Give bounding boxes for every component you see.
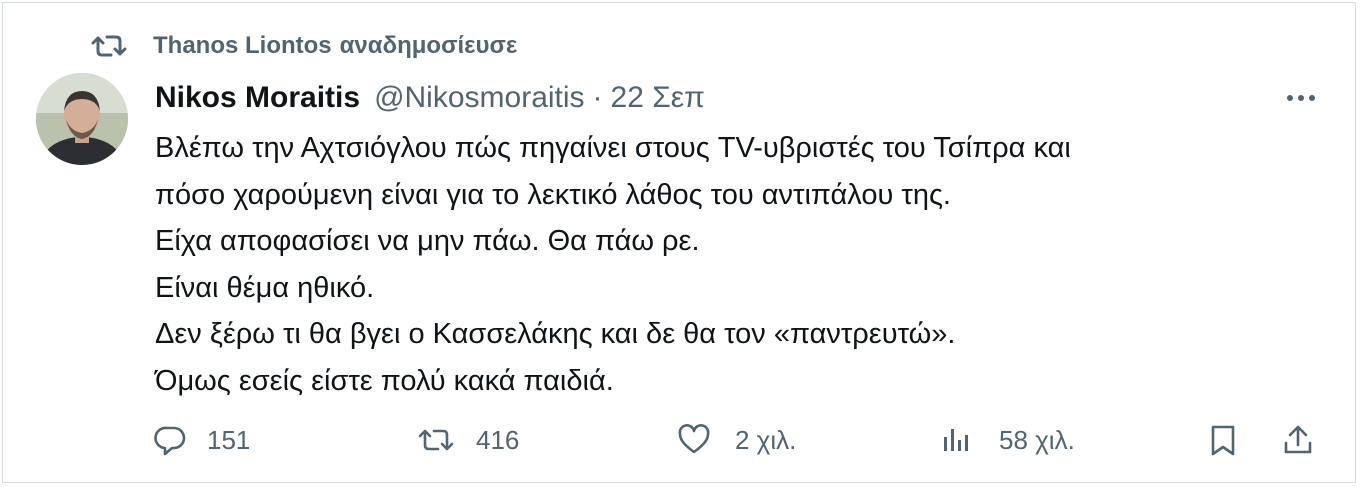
like-count: 2 χιλ.	[735, 424, 797, 455]
like-button[interactable]: 2 χιλ.	[677, 418, 796, 462]
repost-context: Thanos Liontos αναδημοσίευσε	[89, 29, 517, 63]
more-options-button[interactable]	[1281, 83, 1321, 113]
avatar-photo	[36, 73, 128, 165]
more-icon	[1287, 95, 1315, 101]
repost-button[interactable]: 416	[416, 418, 519, 462]
repost-icon	[418, 429, 454, 451]
tweet-line: Όμως εσείς είστε πολύ κακά παιδιά.	[155, 364, 614, 397]
tweet-date[interactable]: 22 Σεπ	[611, 81, 705, 115]
tweet-line: πόσο χαρούμενη είναι για το λεκτικό λάθο…	[155, 178, 951, 211]
avatar[interactable]	[36, 73, 128, 165]
separator-dot: ·	[592, 81, 603, 114]
action-bar: 151 416 2 χιλ. 58 χιλ.	[3, 418, 1357, 462]
reply-count: 151	[207, 424, 251, 455]
repost-count: 416	[476, 424, 520, 455]
views-icon	[944, 429, 968, 451]
tweet-line: Είχα αποφασίσει να μην πάω. Θα πάω ρε.	[155, 225, 700, 257]
bookmark-icon	[1211, 425, 1235, 456]
views-button[interactable]: 58 χιλ.	[939, 418, 1075, 462]
views-count: 58 χιλ.	[999, 424, 1075, 455]
tweet-line: Βλέπω την Αχτσιόγλου πώς πηγαίνει στους …	[155, 132, 1071, 164]
reply-button[interactable]: 151	[153, 418, 250, 462]
tweet-line: Είναι θέμα ηθικό.	[155, 271, 375, 304]
tweet-text: Βλέπω την Αχτσιόγλου πώς πηγαίνει στους …	[155, 125, 1335, 404]
reply-icon	[154, 426, 186, 456]
repost-icon	[91, 35, 127, 57]
repost-action-label: αναδημοσίευσε	[339, 32, 518, 59]
share-button[interactable]	[1281, 418, 1315, 462]
author-name[interactable]: Nikos Moraitis	[155, 81, 360, 115]
tweet-line: Δεν ξέρω τι θα βγει ο Κασσελάκης και δε …	[155, 318, 956, 350]
repost-user[interactable]: Thanos Liontos	[153, 32, 332, 60]
bookmark-button[interactable]	[1206, 418, 1240, 462]
author-handle[interactable]: @Nikosmoraitis	[374, 81, 584, 115]
heart-icon	[678, 424, 710, 454]
tweet-card[interactable]: Thanos Liontos αναδημοσίευσε Nikos Morai…	[2, 2, 1356, 483]
tweet-header: Nikos Moraitis @Nikosmoraitis · 22 Σεπ	[155, 79, 705, 117]
share-icon	[1284, 425, 1312, 454]
